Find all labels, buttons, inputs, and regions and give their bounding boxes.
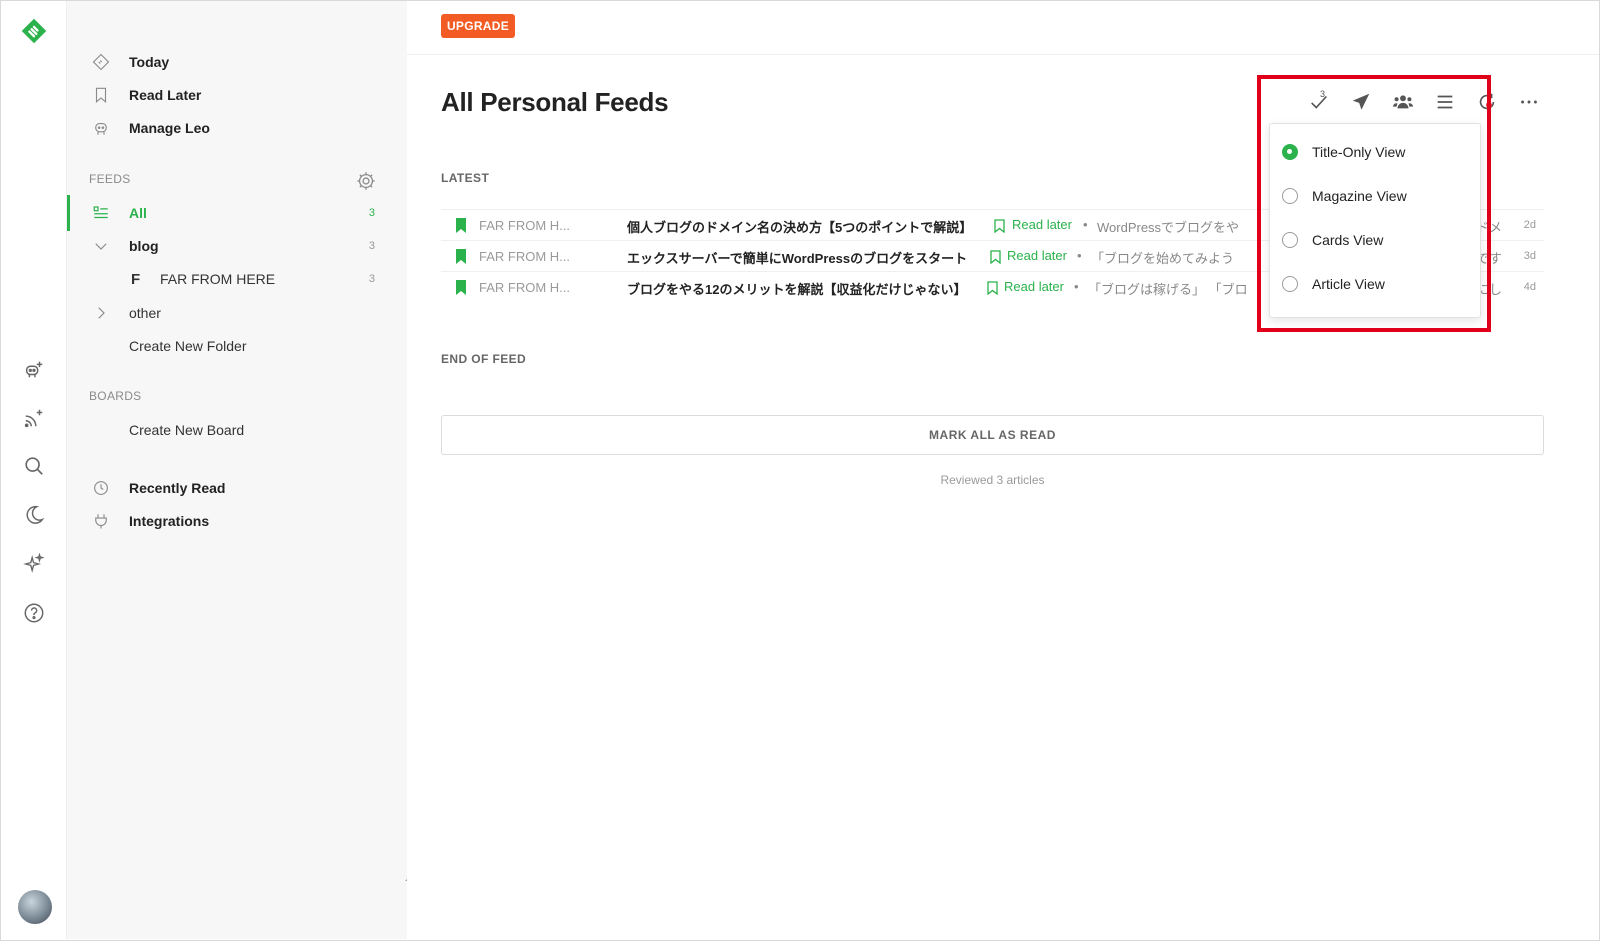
add-source-icon[interactable] [18,353,50,385]
sidebar-item-label: Read Later [129,87,202,103]
help-icon[interactable] [18,597,50,629]
upgrade-button[interactable]: UPGRADE [441,14,515,38]
sidebar-feed-far-from-here[interactable]: F FAR FROM HERE 3 [67,264,407,294]
sidebar-item-label: Create New Board [129,422,245,438]
sidebar-item-label: Manage Leo [129,120,210,136]
sidebar-item-read-later[interactable]: Read Later [67,80,407,110]
sidebar-item-label: Create New Folder [129,338,247,354]
sidebar-item-label: FAR FROM HERE [160,271,276,287]
sidebar-item-label: Integrations [129,513,210,529]
feed-favicon: F [131,270,141,288]
bookmark-icon[interactable] [455,218,467,233]
feeds-heading: FEEDS [89,172,131,186]
annotation-highlight-box [1257,75,1491,332]
feedly-logo-icon[interactable] [18,15,50,47]
entry-snippet: 「ブログを始めてみよう [1091,251,1235,266]
latest-heading: LATEST [441,171,490,185]
unread-count: 3 [368,207,375,219]
unread-count: 3 [368,273,375,285]
read-later-link[interactable]: Read later [1004,279,1064,294]
entry-age: 3d [1523,250,1536,262]
sidebar-item-integrations[interactable]: Integrations [67,506,407,536]
list-icon [91,203,111,223]
page-title: All Personal Feeds [441,87,669,117]
more-options-button[interactable] [1514,88,1544,116]
entry-source: FAR FROM H... [479,280,570,295]
add-feed-icon[interactable] [18,402,50,434]
ai-sparkle-icon[interactable] [18,548,50,580]
today-icon [91,52,111,72]
reviewed-count: Reviewed 3 articles [940,473,1045,487]
entry-age: 2d [1523,219,1536,231]
entry-title[interactable]: 個人ブログのドメイン名の決め方【5つのポイントで解説】 [627,217,972,236]
gear-icon[interactable] [355,170,377,192]
sidebar-folder-other[interactable]: other [67,298,407,328]
clock-icon [91,478,111,498]
unread-count: 3 [368,240,375,252]
entry-snippet: WordPressでブログをや [1097,220,1240,235]
sidebar-item-label: Today [129,54,170,70]
end-of-feed-heading: END OF FEED [441,352,527,366]
read-later-icon[interactable] [994,219,1005,233]
entry-separator: • [1083,217,1088,232]
sidebar-item-today[interactable]: Today [67,47,407,77]
user-avatar[interactable] [18,890,52,924]
entry-separator: • [1077,248,1082,263]
boards-heading: BOARDS [89,389,142,403]
more-icon [1521,100,1537,104]
read-later-link[interactable]: Read later [1007,248,1067,263]
chevron-right-icon[interactable] [91,303,111,323]
create-folder-link[interactable]: Create New Folder [67,331,407,361]
sidebar-item-recently-read[interactable]: Recently Read [67,473,407,503]
read-later-icon[interactable] [990,250,1001,264]
icon-rail [1,1,67,939]
read-later-link[interactable]: Read later [1012,217,1072,232]
entry-title[interactable]: エックスサーバーで簡単にWordPressのブログをスタート [627,248,967,267]
sidebar-item-label: All [129,205,147,221]
entry-source: FAR FROM H... [479,249,570,264]
entry-age: 4d [1523,281,1536,293]
entry-title[interactable]: ブログをやる12のメリットを解説【収益化だけじゃない】 [627,279,966,298]
sidebar-item-manage-leo[interactable]: Manage Leo [67,113,407,143]
sidebar-item-label: other [129,305,161,321]
search-icon[interactable] [18,450,50,482]
bookmark-icon[interactable] [455,280,467,295]
plug-icon [91,511,111,531]
top-bar: UPGRADE [407,1,1599,55]
entry-snippet: 「ブログは稼げる」 「ブロ [1088,282,1248,297]
sidebar-item-label: Recently Read [129,480,226,496]
create-board-link[interactable]: Create New Board [67,415,407,445]
chevron-down-icon[interactable] [91,236,111,256]
sidebar-item-label: blog [129,238,159,254]
sidebar-item-all[interactable]: All 3 [67,195,407,231]
bookmark-icon [91,85,111,105]
mark-all-as-read-button[interactable]: MARK ALL AS READ [441,415,1544,455]
sidebar-folder-blog[interactable]: blog 3 [67,231,407,261]
sidebar: Today Read Later Manage Leo FEEDS All 3 … [67,1,407,939]
bookmark-icon[interactable] [455,249,467,264]
read-later-icon[interactable] [987,281,998,295]
night-mode-icon[interactable] [18,499,50,531]
entry-separator: • [1074,279,1079,294]
leo-icon [91,118,111,138]
entry-source: FAR FROM H... [479,218,570,233]
